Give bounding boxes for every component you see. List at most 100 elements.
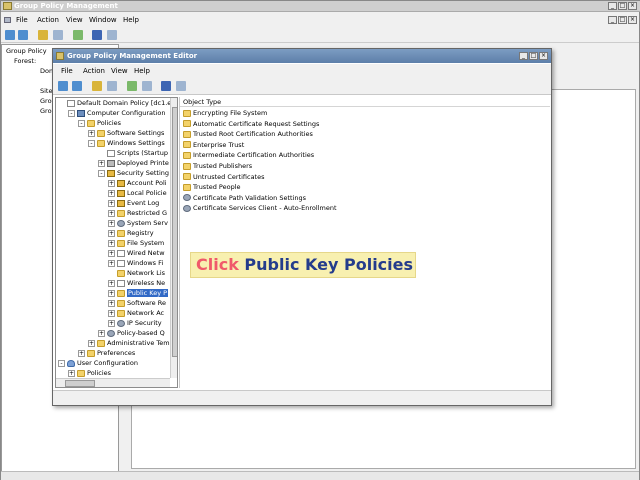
tree-item[interactable]: + Network Ac	[108, 308, 164, 318]
expand-icon[interactable]: +	[108, 219, 115, 227]
gpme-help-icon[interactable]	[161, 81, 171, 91]
gpme-menu-view[interactable]: View	[111, 67, 128, 75]
expand-icon[interactable]: +	[98, 329, 105, 337]
tree-item[interactable]: + Policies	[68, 368, 111, 378]
tree-item[interactable]: + Windows Fi	[108, 258, 163, 268]
menu-view[interactable]: View	[66, 16, 83, 24]
tree-item[interactable]: - Policies	[78, 118, 121, 128]
expand-icon[interactable]: +	[78, 349, 85, 357]
gpme-close-icon[interactable]: ×	[539, 52, 548, 60]
gpme-forward-icon[interactable]	[72, 81, 82, 91]
up-folder-icon[interactable]	[38, 30, 48, 40]
tree-item[interactable]: + Administrative Temp	[88, 338, 174, 348]
collapse-icon[interactable]: -	[68, 109, 75, 117]
tree-vertical-scroll-thumb[interactable]	[172, 107, 177, 357]
gpme-up-folder-icon[interactable]	[92, 81, 102, 91]
tree-item[interactable]: + Event Log	[108, 198, 159, 208]
tree-item[interactable]: - User Configuration	[58, 358, 138, 368]
list-item[interactable]: Encrypting File System	[183, 108, 267, 118]
list-item[interactable]: Intermediate Certification Authorities	[183, 150, 314, 160]
tree-item[interactable]: + File System	[108, 238, 164, 248]
tree-vertical-scrollbar[interactable]	[170, 98, 177, 378]
expand-icon[interactable]: +	[108, 309, 115, 317]
tree-item[interactable]: + System Serv	[108, 218, 168, 228]
maximize-icon[interactable]: □	[618, 2, 627, 10]
gpme-menu-file[interactable]: File	[61, 67, 73, 75]
collapse-icon[interactable]: -	[88, 139, 95, 147]
tree-item[interactable]: + IP Security	[108, 318, 162, 328]
gpme-minimize-icon[interactable]: _	[519, 52, 528, 60]
expand-icon[interactable]: +	[108, 209, 115, 217]
expand-icon[interactable]: +	[108, 259, 115, 267]
tree-item[interactable]: + Deployed Printe	[98, 158, 169, 168]
expand-icon[interactable]: +	[88, 129, 95, 137]
expand-icon[interactable]: +	[88, 339, 95, 347]
expand-icon[interactable]: +	[68, 369, 75, 377]
tree-item[interactable]: + Policy-based Q	[98, 328, 165, 338]
gpme-properties-icon[interactable]	[176, 81, 186, 91]
expand-icon[interactable]: +	[108, 319, 115, 327]
collapse-icon[interactable]: -	[58, 359, 65, 367]
menu-window[interactable]: Window	[89, 16, 117, 24]
collapse-icon[interactable]: -	[98, 169, 105, 177]
help-icon[interactable]	[92, 30, 102, 40]
child-minimize-icon[interactable]: _	[608, 16, 617, 24]
expand-icon[interactable]: +	[108, 279, 115, 287]
menu-action[interactable]: Action	[37, 16, 59, 24]
collapse-icon[interactable]: -	[78, 119, 85, 127]
gpme-export-icon[interactable]	[142, 81, 152, 91]
menu-file[interactable]: File	[16, 16, 28, 24]
tree-item[interactable]: + Software Re	[108, 298, 166, 308]
list-item[interactable]: Automatic Certificate Request Settings	[183, 119, 319, 129]
show-hide-tree-icon[interactable]	[53, 30, 63, 40]
tree-item[interactable]: - Security Setting	[98, 168, 169, 178]
gpme-title-bar[interactable]: Group Policy Management Editor _ □ ×	[53, 49, 551, 63]
expand-icon[interactable]: +	[108, 199, 115, 207]
gpme-back-icon[interactable]	[58, 81, 68, 91]
gpme-refresh-icon[interactable]	[127, 81, 137, 91]
gpme-menu-action[interactable]: Action	[83, 67, 105, 75]
gpme-maximize-icon[interactable]: □	[529, 52, 538, 60]
tree-item[interactable]: - Computer Configuration	[68, 108, 165, 118]
column-header-object-type[interactable]: Object Type	[180, 97, 550, 107]
back-icon[interactable]	[5, 30, 15, 40]
tree-item[interactable]: + Account Poli	[108, 178, 167, 188]
child-restore-icon[interactable]: □	[618, 16, 627, 24]
forward-icon[interactable]	[18, 30, 28, 40]
tree-item[interactable]: - Windows Settings	[88, 138, 165, 148]
gpme-show-tree-icon[interactable]	[107, 81, 117, 91]
expand-icon[interactable]: +	[108, 179, 115, 187]
list-item[interactable]: Trusted Root Certification Authorities	[183, 129, 313, 139]
tree-item[interactable]: Default Domain Policy [dc1.es-n	[58, 98, 177, 108]
child-close-icon[interactable]: ×	[628, 16, 637, 24]
menu-help[interactable]: Help	[123, 16, 139, 24]
tree-item[interactable]: + Wired Netw	[108, 248, 165, 258]
expand-icon[interactable]: +	[108, 249, 115, 257]
expand-icon[interactable]: +	[108, 229, 115, 237]
minimize-icon[interactable]: _	[608, 2, 617, 10]
tree-horizontal-scrollbar[interactable]	[56, 378, 170, 387]
tree-item[interactable]: + Preferences	[78, 348, 135, 358]
tree-item[interactable]: + Restricted G	[108, 208, 167, 218]
list-item[interactable]: Certificate Path Validation Settings	[183, 193, 306, 203]
list-item[interactable]: Trusted People	[183, 182, 241, 192]
tree-item[interactable]: + Registry	[108, 228, 154, 238]
expand-icon[interactable]: +	[108, 299, 115, 307]
list-item[interactable]: Enterprise Trust	[183, 140, 244, 150]
list-item[interactable]: Untrusted Certificates	[183, 172, 265, 182]
expand-icon[interactable]: +	[108, 239, 115, 247]
tree-item[interactable]: + Local Policie	[108, 188, 167, 198]
refresh-icon[interactable]	[73, 30, 83, 40]
properties-icon[interactable]	[107, 30, 117, 40]
expand-icon[interactable]: +	[98, 159, 105, 167]
list-item[interactable]: Trusted Publishers	[183, 161, 252, 171]
gpm-tree-root[interactable]: Group Policy	[6, 47, 47, 55]
tree-item[interactable]: + Wireless Ne	[108, 278, 165, 288]
list-item[interactable]: Certificate Services Client - Auto-Enrol…	[183, 203, 337, 213]
tree-item-public-key-policies[interactable]: + Public Key P	[108, 288, 169, 298]
expand-icon[interactable]: +	[108, 189, 115, 197]
close-icon[interactable]: ×	[628, 2, 637, 10]
tree-item[interactable]: Network Lis	[108, 268, 165, 278]
tree-horizontal-scroll-thumb[interactable]	[65, 380, 95, 387]
expand-icon[interactable]: +	[108, 289, 115, 297]
